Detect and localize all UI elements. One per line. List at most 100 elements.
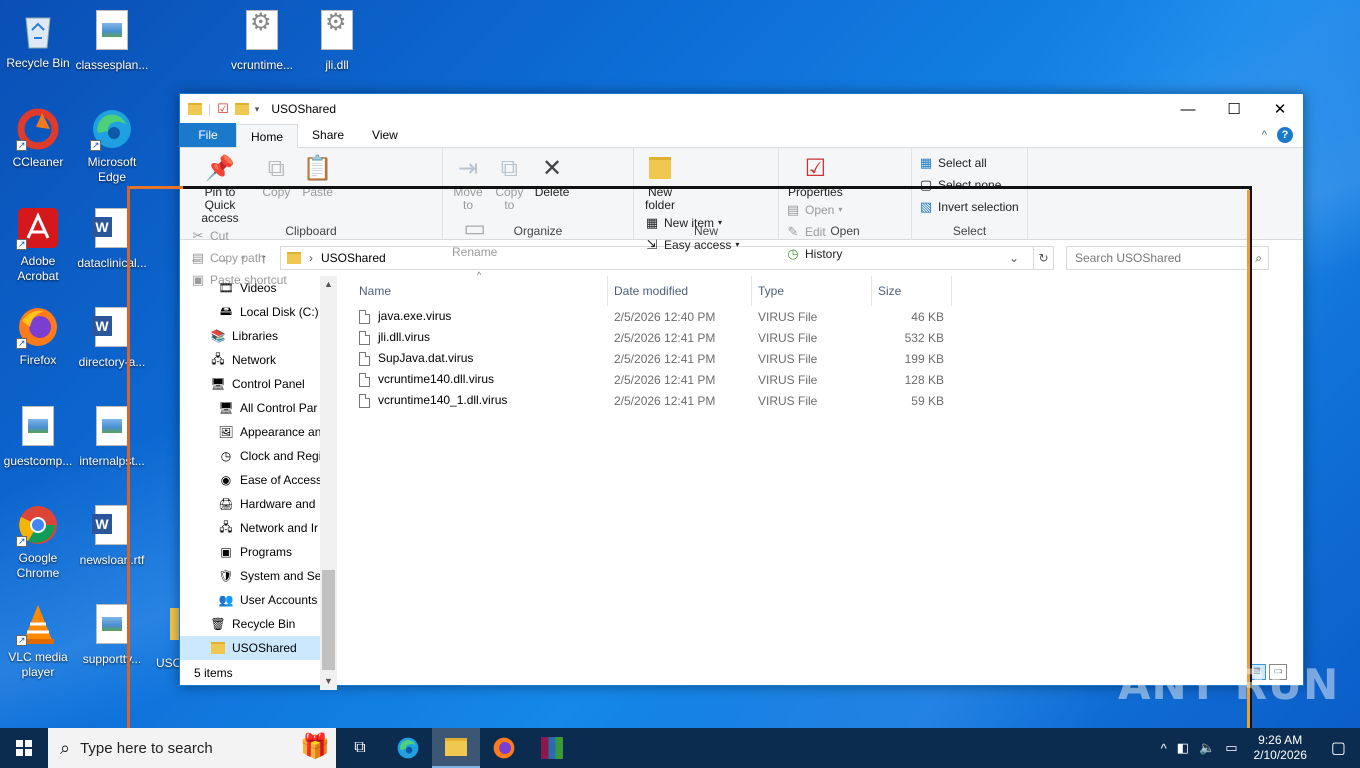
select-none-button[interactable]: ▢ Select none bbox=[918, 176, 1019, 193]
desktop-icon-vcruntime[interactable]: vcruntime... bbox=[224, 8, 300, 73]
network-tray-icon[interactable]: ▭ bbox=[1225, 740, 1237, 756]
close-button[interactable]: ✕ bbox=[1257, 94, 1303, 124]
nav-item[interactable]: 🖧 Network and Ir bbox=[180, 516, 337, 540]
copy-path-button[interactable]: ▤ Copy path bbox=[190, 249, 287, 266]
notifications-icon[interactable]: ▢ bbox=[1323, 738, 1360, 758]
open-button[interactable]: ▤ Open ▾ bbox=[785, 201, 843, 218]
nav-item[interactable]: 👥 User Accounts bbox=[180, 588, 337, 612]
tab-view[interactable]: View bbox=[358, 123, 412, 147]
tab-share[interactable]: Share bbox=[298, 123, 358, 147]
nav-item[interactable]: 🖨 Hardware and bbox=[180, 492, 337, 516]
taskbar-winrar[interactable] bbox=[528, 728, 576, 768]
tab-file[interactable]: File bbox=[180, 123, 236, 147]
collapse-ribbon-icon[interactable]: ^ bbox=[1262, 129, 1267, 141]
ribbon-group-new: New folder ▦ New item ▾ ⇲ Easy access ▾ New bbox=[634, 148, 779, 252]
easy-access-button[interactable]: ⇲ Easy access ▾ bbox=[644, 236, 740, 253]
start-button[interactable] bbox=[0, 728, 48, 768]
window-controls: — ☐ ✕ bbox=[1165, 94, 1303, 124]
history-button[interactable]: ◷ History bbox=[785, 245, 842, 262]
nav-item[interactable]: USOShared bbox=[180, 636, 337, 660]
desktop-icon-recycle-bin[interactable]: Recycle Bin bbox=[0, 8, 76, 71]
new-folder-button[interactable]: New folder bbox=[640, 152, 680, 212]
address-dropdown-icon[interactable]: ⌄ bbox=[1003, 251, 1025, 265]
copy-button[interactable]: ⧉ Copy bbox=[257, 152, 295, 199]
desktop-icon-chrome[interactable]: Google Chrome bbox=[0, 503, 76, 581]
desktop-icon-directory[interactable]: directory-a... bbox=[74, 305, 150, 370]
desktop-icon-edge[interactable]: Microsoft Edge bbox=[74, 107, 150, 185]
copy-to-button[interactable]: ⧉ Copy to bbox=[490, 152, 528, 212]
file-date: 2/5/2026 12:41 PM bbox=[614, 351, 716, 366]
desktop-icon-supportty[interactable]: supportty... bbox=[74, 602, 150, 667]
pin-quick-access-button[interactable]: 📌 Pin to Quick access bbox=[186, 152, 254, 225]
desktop-icon-firefox[interactable]: Firefox bbox=[0, 305, 76, 368]
ease-of-access-icon: ◉ bbox=[220, 473, 232, 487]
delete-button[interactable]: ✕ Delete bbox=[532, 152, 573, 199]
paste-button[interactable]: 📋 Paste bbox=[299, 152, 337, 199]
customize-dropdown-icon[interactable]: ▾ bbox=[255, 104, 260, 115]
invert-selection-button[interactable]: ▧ Invert selection bbox=[918, 198, 1019, 215]
column-type[interactable]: Type bbox=[752, 276, 872, 306]
taskbar-search[interactable]: ⌕ Type here to search 🎁 bbox=[48, 728, 336, 768]
search-input[interactable]: Search USOShared ⌕ bbox=[1066, 246, 1269, 270]
task-view-button[interactable]: ⧉ bbox=[336, 728, 384, 768]
tab-home[interactable]: Home bbox=[236, 124, 299, 148]
nav-item[interactable]: 🖴 Local Disk (C:) bbox=[180, 300, 337, 324]
nav-item[interactable]: 🎞 Videos bbox=[180, 276, 337, 300]
taskbar-edge[interactable] bbox=[384, 728, 432, 768]
show-hidden-icons[interactable]: ^ bbox=[1161, 741, 1167, 756]
nav-item[interactable]: 📚 Libraries bbox=[180, 324, 337, 348]
anyrun-watermark: ANY RUN bbox=[1118, 660, 1340, 709]
maximize-button[interactable]: ☐ bbox=[1211, 94, 1257, 124]
minimize-button[interactable]: — bbox=[1165, 94, 1211, 124]
desktop-icon-ccleaner[interactable]: CCleaner bbox=[0, 107, 76, 170]
desktop-icon-dataclinical[interactable]: dataclinical... bbox=[74, 206, 150, 271]
nav-item[interactable]: ▣ Programs bbox=[180, 540, 337, 564]
clock[interactable]: 9:26 AM 2/10/2026 bbox=[1247, 733, 1312, 763]
nav-item[interactable]: ◷ Clock and Regi bbox=[180, 444, 337, 468]
nav-item[interactable]: 🗑 Recycle Bin bbox=[180, 612, 337, 636]
file-row[interactable]: vcruntime140_1.dll.virus 2/5/2026 12:41 P… bbox=[353, 390, 1303, 411]
column-name[interactable]: Name bbox=[353, 276, 608, 306]
ccleaner-icon bbox=[16, 107, 60, 153]
nav-item[interactable]: 🛡 System and Se bbox=[180, 564, 337, 588]
nav-item[interactable]: 🖧 Network bbox=[180, 348, 337, 372]
nav-item[interactable]: 🖥 All Control Par bbox=[180, 396, 337, 420]
image-file-icon bbox=[96, 406, 128, 446]
help-icon[interactable]: ? bbox=[1277, 127, 1293, 143]
column-size[interactable]: Size bbox=[872, 276, 952, 306]
scroll-down-icon[interactable]: ▼ bbox=[320, 673, 337, 690]
file-row[interactable]: SupJava.dat.virus 2/5/2026 12:41 PM VIRUS … bbox=[353, 348, 1303, 369]
select-all-button[interactable]: ▦ Select all bbox=[918, 154, 1019, 171]
refresh-icon[interactable]: ↻ bbox=[1033, 247, 1053, 269]
nav-item[interactable]: 🖥 Control Panel bbox=[180, 372, 337, 396]
desktop-icon-internalpst[interactable]: internalpst... bbox=[74, 404, 150, 469]
new-folder-icon[interactable] bbox=[234, 103, 249, 115]
desktop-icon-jli-dll[interactable]: jli.dll bbox=[299, 8, 375, 73]
file-row[interactable]: jli.dll.virus 2/5/2026 12:41 PM VIRUS File… bbox=[353, 327, 1303, 348]
meet-now-icon[interactable]: ◧ bbox=[1177, 740, 1189, 756]
scroll-up-icon[interactable]: ▲ bbox=[320, 276, 337, 293]
nav-item[interactable]: ◉ Ease of Access bbox=[180, 468, 337, 492]
desktop-icon-acrobat[interactable]: Adobe Acrobat bbox=[0, 206, 76, 284]
move-to-button[interactable]: ⇥ Move to bbox=[449, 152, 487, 212]
desktop-icon-guestcomp[interactable]: guestcomp... bbox=[0, 404, 76, 469]
file-row[interactable]: vcruntime140.dll.virus 2/5/2026 12:41 PM V… bbox=[353, 369, 1303, 390]
properties-button[interactable]: ☑ Properties bbox=[785, 152, 846, 199]
nav-scrollbar[interactable]: ▲ ▼ bbox=[320, 276, 337, 690]
taskbar-file-explorer[interactable] bbox=[432, 728, 480, 768]
paste-icon: 📋 bbox=[302, 154, 333, 182]
taskbar-firefox[interactable] bbox=[480, 728, 528, 768]
file-name: java.exe.virus bbox=[378, 309, 452, 324]
column-date-modified[interactable]: Date modified bbox=[608, 276, 752, 306]
file-row[interactable]: java.exe.virus 2/5/2026 12:40 PM VIRUS Fil… bbox=[353, 306, 1303, 327]
nav-item[interactable]: 🖼 Appearance an bbox=[180, 420, 337, 444]
desktop-icon-classesplan[interactable]: classesplan... bbox=[74, 8, 150, 73]
desktop-icon-newsloan[interactable]: newsloan.rtf bbox=[74, 503, 150, 568]
properties-check-icon[interactable]: ☑ bbox=[217, 101, 229, 117]
scrollbar-thumb[interactable] bbox=[322, 570, 335, 670]
desktop-icon-vlc[interactable]: VLC media player bbox=[0, 602, 76, 680]
file-date: 2/5/2026 12:41 PM bbox=[614, 372, 716, 387]
volume-icon[interactable]: 🔈 bbox=[1199, 740, 1215, 756]
breadcrumb-usoshared[interactable]: USOShared bbox=[321, 251, 386, 265]
firefox-icon bbox=[493, 737, 515, 759]
